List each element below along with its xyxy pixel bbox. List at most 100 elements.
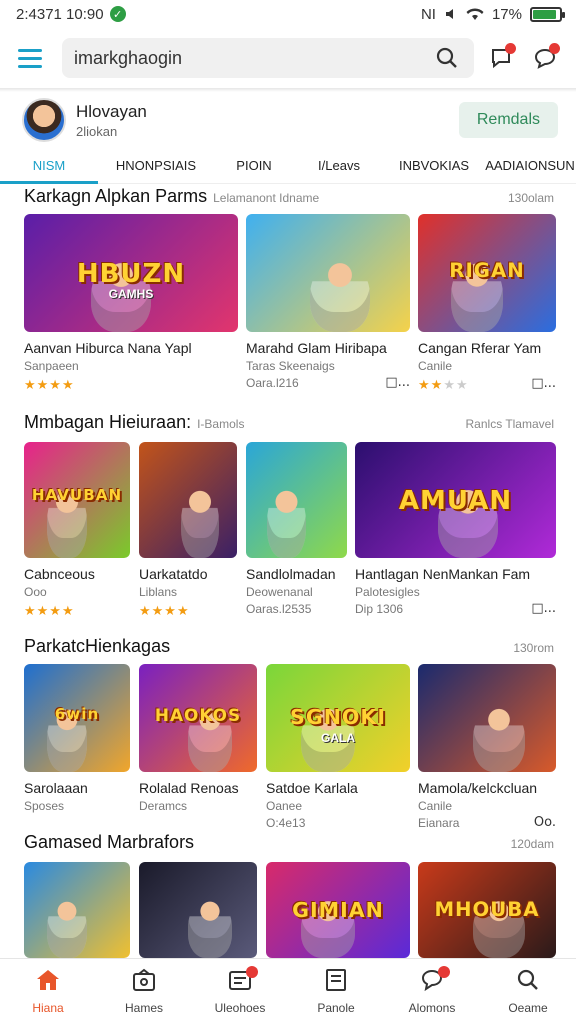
game-card[interactable]: SGNOKI GALA Satdoe Karlala Oanee O:4e13 — [266, 664, 410, 831]
tab-3[interactable]: I/Leavs — [294, 148, 384, 183]
thumbnail-title: AMUAN — [398, 486, 513, 517]
profile-action-button[interactable]: Remdals — [458, 102, 558, 138]
game-card[interactable]: HAVUBAN Cabnceous Ooo ★★★★ — [24, 442, 130, 619]
game-meta: Oanee — [266, 799, 303, 813]
nav-label: Alomons — [408, 1001, 456, 1015]
search-box[interactable] — [62, 38, 474, 78]
section-header: Gamased Marbrafors 120dam — [24, 832, 554, 853]
game-thumbnail: 6win — [24, 664, 130, 772]
game-card[interactable]: Mamola/kelckcluan Canile Eianara Oo. — [418, 664, 556, 831]
game-title: Rolalad Renoas — [139, 780, 239, 796]
game-thumbnail: HAOKOS — [139, 664, 257, 772]
section-more-link[interactable]: 130olam — [508, 191, 554, 205]
tab-5[interactable]: AADIAIONSUN — [484, 148, 576, 183]
section-header: Mmbagan Hieiuraan: I-Bamols Ranlcs Tlamave… — [24, 412, 554, 433]
card-footer: ★★★★ — [24, 600, 130, 619]
nav-label: Oeame — [508, 1001, 548, 1015]
section-subtitle: I-Bamols — [197, 417, 245, 431]
game-meta: Deowenanal — [246, 585, 313, 599]
app-header — [0, 30, 576, 86]
section-title: Gamased Marbrafors — [24, 832, 195, 852]
more-options-icon[interactable]: □... — [531, 376, 556, 391]
game-title: Uarkatatdo — [139, 566, 208, 582]
game-thumbnail: SGNOKI GALA — [266, 664, 410, 772]
game-card[interactable]: HBUZN GAMHS Aanvan Hiburca Nana Yapl Sanpae… — [24, 214, 238, 393]
section-header: Karkagn Alpkan Parms Lelamanont Idname 130… — [24, 186, 554, 207]
game-thumbnail: HBUZN GAMHS — [24, 214, 238, 332]
game-title: Satdoe Karlala — [266, 780, 358, 796]
nav-item-5[interactable]: Oeame — [480, 959, 576, 1024]
search-icon — [515, 968, 541, 997]
character-illustration — [310, 258, 370, 332]
games-icon — [131, 968, 157, 997]
thumbnail-title: RIGAN — [449, 258, 525, 282]
game-thumbnail — [139, 862, 257, 958]
bottom-navigation: Hiana Hames Uleohoes Panole Alomons Oeame — [0, 958, 576, 1024]
nav-item-4[interactable]: Alomons — [384, 959, 480, 1024]
alert-badge — [549, 43, 560, 54]
more-options-icon[interactable]: Oo. — [534, 815, 556, 830]
section-subtitle: Lelamanont Idname — [213, 191, 320, 205]
more-options-icon[interactable]: □... — [385, 375, 410, 390]
game-card[interactable] — [24, 862, 130, 958]
rating-stars: ★★★★ — [418, 377, 469, 392]
card-footer: Oaras.l2535 — [246, 600, 347, 617]
tab-bar: NISM HNONPSIAIS PIOIN I/Leavs INBVOKIAS AADIA… — [0, 148, 576, 184]
tab-2[interactable]: PIOIN — [214, 148, 294, 183]
game-card[interactable]: Sandlolmadan Deowenanal Oaras.l2535 — [246, 442, 347, 617]
section-more-link[interactable]: 130rom — [513, 641, 554, 655]
game-card[interactable]: HAOKOS Rolalad Renoas Deramcs — [139, 664, 257, 814]
nav-item-0[interactable]: Hiana — [0, 959, 96, 1024]
game-card[interactable]: RIGAN Cangan Rferar Yam Canile ★★★★ □... — [418, 214, 556, 393]
tab-4[interactable]: INBVOKIAS — [384, 148, 484, 183]
nav-badge — [437, 966, 450, 978]
section-more-link[interactable]: 120dam — [511, 837, 554, 851]
game-meta: Ooo — [24, 585, 47, 599]
card-footer: ★★★★ — [24, 374, 238, 393]
rating-stars: ★★★★ — [24, 603, 75, 618]
game-thumbnail — [24, 862, 130, 958]
tab-1[interactable]: HNONPSIAIS — [98, 148, 214, 183]
avatar[interactable] — [22, 98, 66, 142]
tab-0[interactable]: NISM — [0, 148, 98, 183]
game-meta: Sposes — [24, 799, 65, 813]
game-card[interactable]: Uarkatatdo Liblans ★★★★ — [139, 442, 237, 619]
section-title: Karkagn Alpkan Parms — [24, 186, 208, 206]
game-card[interactable]: GIMIAN — [266, 862, 410, 958]
game-thumbnail — [139, 442, 237, 558]
nav-item-3[interactable]: Panole — [288, 959, 384, 1024]
game-title: Marahd Glam Hiribapa — [246, 340, 387, 356]
search-input[interactable] — [74, 47, 430, 69]
nav-item-1[interactable]: Hames — [96, 959, 192, 1024]
section-more-link[interactable]: Ranlcs Tlamavel — [466, 417, 554, 431]
game-title: Hantlagan NenMankan Fam — [355, 566, 531, 582]
game-meta: Canile — [418, 799, 453, 813]
thumbnail-title: HBUZN — [76, 258, 186, 289]
game-card[interactable]: MHOUBA — [418, 862, 556, 958]
alerts-button[interactable] — [528, 41, 562, 75]
notifications-button[interactable] — [484, 41, 518, 75]
nav-item-2[interactable]: Uleohoes — [192, 959, 288, 1024]
game-meta: Palotesigles — [355, 585, 420, 599]
active-tab-indicator — [0, 181, 98, 184]
nav-label: Uleohoes — [214, 1001, 266, 1015]
more-options-icon[interactable]: □... — [531, 601, 556, 616]
card-footer: ★★★★ □... — [418, 374, 556, 393]
notification-badge — [505, 43, 516, 54]
game-title: Mamola/kelckcluan — [418, 780, 538, 796]
menu-button[interactable] — [18, 41, 52, 75]
search-button[interactable] — [430, 41, 464, 75]
check-icon: ✓ — [109, 6, 126, 22]
profile-name: Hlovayan — [76, 101, 147, 121]
game-thumbnail — [246, 214, 410, 332]
search-icon — [436, 47, 457, 68]
nav-label: Hiana — [32, 1001, 64, 1015]
game-card[interactable]: 6win Sarolaaan Sposes — [24, 664, 130, 814]
game-meta: Taras Skeenaigs — [246, 359, 335, 373]
mute-icon — [445, 9, 453, 19]
game-card[interactable]: Marahd Glam Hiribapa Taras Skeenaigs Oara.… — [246, 214, 410, 391]
thumbnail-subtitle: GALA — [321, 730, 355, 745]
game-thumbnail: HAVUBAN — [24, 442, 130, 558]
game-card[interactable] — [139, 862, 257, 958]
game-card[interactable]: AMUAN Hantlagan NenMankan Fam Palotesigles… — [355, 442, 556, 617]
